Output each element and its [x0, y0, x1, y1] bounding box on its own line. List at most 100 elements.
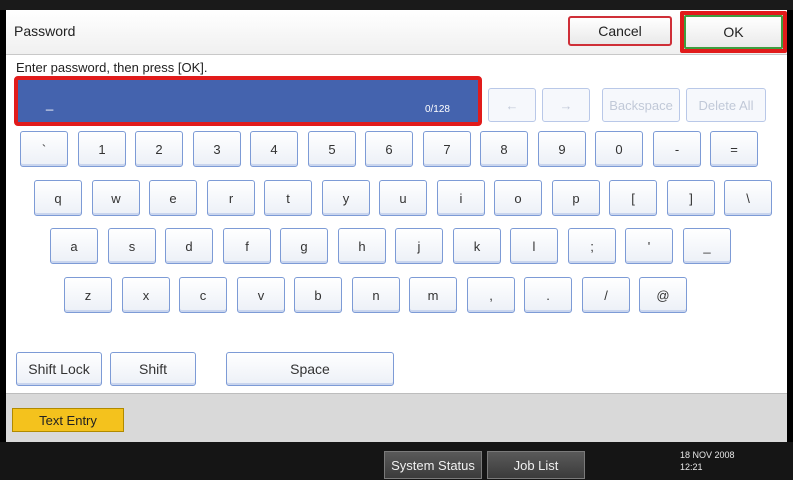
key-label: 5 [328, 141, 336, 157]
key[interactable]: j [395, 228, 443, 264]
key[interactable]: - [653, 131, 701, 167]
password-input[interactable]: _ 0/128 [14, 76, 482, 126]
key-label: 8 [500, 141, 508, 157]
key[interactable]: d [165, 228, 213, 264]
key-label: v [257, 287, 265, 303]
shift-lock-button[interactable]: Shift Lock [16, 352, 102, 386]
key[interactable]: ; [568, 228, 616, 264]
shift-button[interactable]: Shift [110, 352, 196, 386]
date-time: 18 NOV 2008 12:21 [680, 449, 735, 473]
key-label: s [128, 238, 136, 254]
key[interactable]: 9 [538, 131, 586, 167]
key[interactable]: [ [609, 180, 657, 216]
key-label: r [228, 190, 234, 206]
key[interactable]: _ [683, 228, 731, 264]
key-label: k [473, 238, 481, 254]
left-arrow-icon: ← [505, 97, 519, 113]
key[interactable]: s [108, 228, 156, 264]
password-value: _ [46, 96, 54, 111]
key-label: t [286, 190, 290, 206]
key[interactable]: c [179, 277, 227, 313]
instruction-text: Enter password, then press [OK]. [16, 60, 208, 75]
key[interactable]: f [223, 228, 271, 264]
key-label: f [245, 238, 249, 254]
key[interactable]: = [710, 131, 758, 167]
key[interactable]: 3 [193, 131, 241, 167]
cursor-right-button[interactable]: → [542, 88, 590, 122]
key[interactable]: 7 [423, 131, 471, 167]
key-label: \ [746, 190, 750, 206]
key-label: @ [656, 287, 670, 303]
key[interactable]: p [552, 180, 600, 216]
key-label: p [572, 190, 580, 206]
key[interactable]: g [280, 228, 328, 264]
key-label: i [459, 190, 463, 206]
key-label: ' [647, 238, 651, 254]
key[interactable]: q [34, 180, 82, 216]
key[interactable]: v [237, 277, 285, 313]
key[interactable]: b [294, 277, 342, 313]
key[interactable]: n [352, 277, 400, 313]
ok-button[interactable]: OK [684, 15, 783, 49]
backspace-button[interactable]: Backspace [602, 88, 680, 122]
key-label: = [730, 141, 738, 157]
page-title: Password [14, 23, 76, 39]
key[interactable]: \ [724, 180, 772, 216]
key[interactable]: e [149, 180, 197, 216]
key[interactable]: ` [20, 131, 68, 167]
key-label: 7 [443, 141, 451, 157]
key-label: g [300, 238, 308, 254]
key[interactable]: i [437, 180, 485, 216]
key-label: b [314, 287, 322, 303]
key[interactable]: ] [667, 180, 715, 216]
delete-all-button[interactable]: Delete All [686, 88, 766, 122]
key-label: 4 [270, 141, 278, 157]
key[interactable]: 8 [480, 131, 528, 167]
key-label: e [169, 190, 177, 206]
key[interactable]: 1 [78, 131, 126, 167]
key-label: _ [703, 238, 711, 254]
key[interactable]: 6 [365, 131, 413, 167]
space-button[interactable]: Space [226, 352, 394, 386]
cancel-button[interactable]: Cancel [568, 16, 672, 46]
key[interactable]: u [379, 180, 427, 216]
key[interactable]: a [50, 228, 98, 264]
key-label: c [199, 287, 207, 303]
key[interactable]: , [467, 277, 515, 313]
key[interactable]: h [338, 228, 386, 264]
key[interactable]: r [207, 180, 255, 216]
key[interactable]: m [409, 277, 457, 313]
key-label: / [604, 287, 608, 303]
key-label: [ [631, 190, 635, 206]
key-label: n [372, 287, 380, 303]
key[interactable]: o [494, 180, 542, 216]
title-bar: Password Cancel OK [6, 10, 787, 55]
key-label: w [111, 190, 121, 206]
key-label: , [489, 287, 493, 303]
key[interactable]: l [510, 228, 558, 264]
key-label: 9 [558, 141, 566, 157]
tab-text-entry[interactable]: Text Entry [12, 408, 124, 432]
key[interactable]: k [453, 228, 501, 264]
key-label: q [54, 190, 62, 206]
key[interactable]: ' [625, 228, 673, 264]
key[interactable]: / [582, 277, 630, 313]
key-label: ; [590, 238, 594, 254]
key[interactable]: w [92, 180, 140, 216]
key-label: - [674, 141, 680, 157]
key[interactable]: 2 [135, 131, 183, 167]
right-arrow-icon: → [559, 97, 573, 113]
key[interactable]: x [122, 277, 170, 313]
system-status-button[interactable]: System Status [384, 451, 482, 479]
key[interactable]: z [64, 277, 112, 313]
key[interactable]: 4 [250, 131, 298, 167]
key[interactable]: @ [639, 277, 687, 313]
job-list-button[interactable]: Job List [487, 451, 585, 479]
key[interactable]: y [322, 180, 370, 216]
cursor-left-button[interactable]: ← [488, 88, 536, 122]
key[interactable]: . [524, 277, 572, 313]
key-label: m [427, 287, 439, 303]
key[interactable]: 0 [595, 131, 643, 167]
key[interactable]: 5 [308, 131, 356, 167]
key[interactable]: t [264, 180, 312, 216]
